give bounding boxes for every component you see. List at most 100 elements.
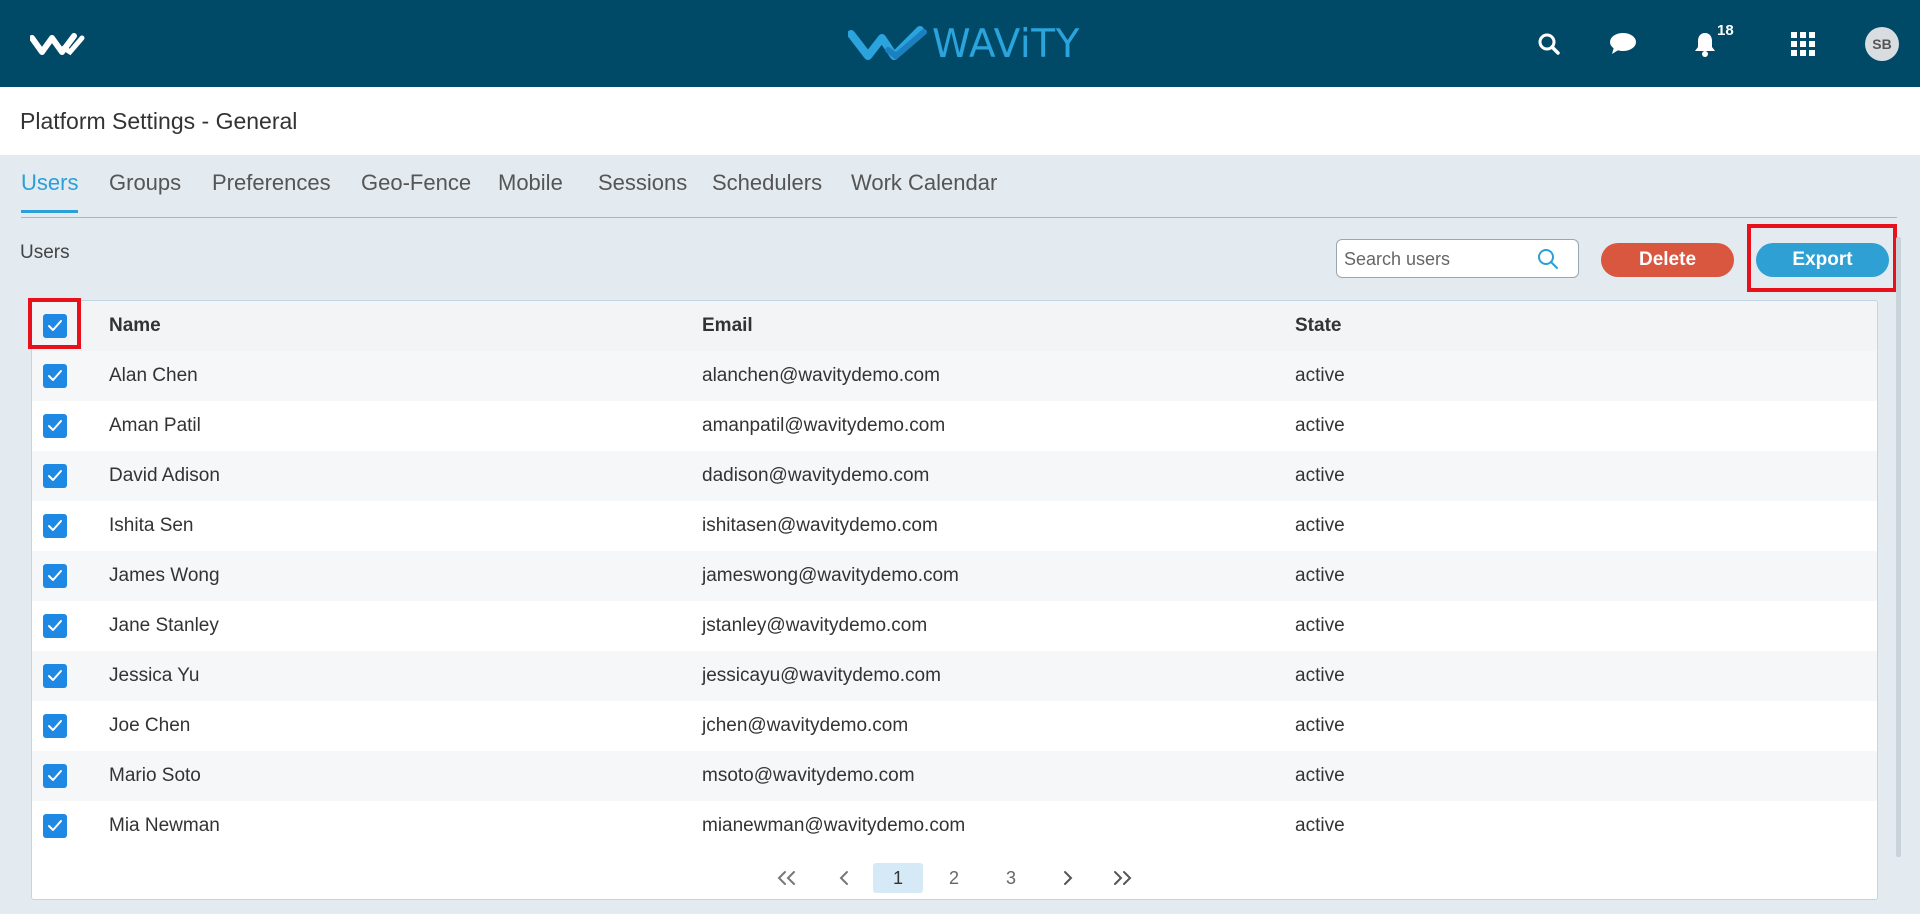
pagination: 1 2 3: [32, 861, 1877, 899]
tab-groups[interactable]: Groups: [109, 170, 181, 210]
user-email: alanchen@wavitydemo.com: [702, 365, 940, 386]
user-name: James Wong: [109, 565, 220, 586]
checkmark-icon: [48, 820, 62, 831]
tab-schedulers[interactable]: Schedulers: [712, 170, 822, 210]
row-select-cell: [43, 351, 67, 401]
user-state: active: [1295, 765, 1345, 786]
user-email: jameswong@wavitydemo.com: [702, 565, 959, 586]
checkmark-icon: [48, 720, 62, 731]
page-2[interactable]: 2: [939, 863, 969, 893]
tab-work-calendar[interactable]: Work Calendar: [851, 170, 997, 210]
checkmark-icon: [48, 470, 62, 481]
user-avatar[interactable]: SB: [1865, 27, 1899, 61]
user-name: David Adison: [109, 465, 220, 486]
page-1[interactable]: 1: [873, 863, 923, 893]
column-header-email[interactable]: Email: [702, 301, 753, 351]
row-checkbox[interactable]: [43, 814, 67, 838]
table-header-row: Name Email State: [32, 301, 1877, 351]
checkmark-icon: [48, 770, 62, 781]
column-header-state[interactable]: State: [1295, 301, 1341, 351]
apps-grid-icon[interactable]: [1787, 28, 1819, 60]
user-state: active: [1295, 665, 1345, 686]
chat-icon[interactable]: [1607, 28, 1639, 60]
row-select-cell: [43, 751, 67, 801]
row-checkbox[interactable]: [43, 664, 67, 688]
table-row[interactable]: Jane Stanley jstanley@wavitydemo.com activ…: [32, 601, 1877, 651]
search-box: [1336, 239, 1579, 278]
user-name: Alan Chen: [109, 365, 198, 386]
user-state: active: [1295, 565, 1345, 586]
user-email: jessicayu@wavitydemo.com: [702, 665, 941, 686]
select-all-highlight-box: [28, 298, 81, 349]
row-select-cell: [43, 701, 67, 751]
user-state: active: [1295, 365, 1345, 386]
row-checkbox[interactable]: [43, 414, 67, 438]
table-row[interactable]: Joe Chen jchen@wavitydemo.com active: [32, 701, 1877, 751]
row-select-cell: [43, 801, 67, 851]
row-checkbox[interactable]: [43, 464, 67, 488]
tab-sessions[interactable]: Sessions: [598, 170, 687, 210]
row-checkbox[interactable]: [43, 564, 67, 588]
table-row[interactable]: Aman Patil amanpatil@wavitydemo.com active: [32, 401, 1877, 451]
page-scrollbar[interactable]: [1896, 237, 1901, 857]
table-row[interactable]: James Wong jameswong@wavitydemo.com active: [32, 551, 1877, 601]
table-row[interactable]: David Adison dadison@wavitydemo.com active: [32, 451, 1877, 501]
row-select-cell: [43, 501, 67, 551]
wavity-logo-icon: [848, 26, 927, 60]
user-state: active: [1295, 615, 1345, 636]
table-row[interactable]: Mia Newman mianewman@wavitydemo.com active: [32, 801, 1877, 851]
row-checkbox[interactable]: [43, 614, 67, 638]
user-state: active: [1295, 815, 1345, 836]
search-input[interactable]: [1344, 246, 1534, 272]
user-email: mianewman@wavitydemo.com: [702, 815, 966, 836]
first-page-icon[interactable]: [772, 863, 802, 893]
tab-geo-fence[interactable]: Geo-Fence: [361, 170, 471, 210]
row-checkbox[interactable]: [43, 764, 67, 788]
delete-button[interactable]: Delete: [1601, 243, 1734, 277]
checkmark-icon: [48, 520, 62, 531]
user-name: Joe Chen: [109, 715, 191, 736]
users-table: Name Email State Alan Chen alanchen@wavit…: [31, 300, 1878, 900]
user-email: msoto@wavitydemo.com: [702, 765, 915, 786]
row-select-cell: [43, 601, 67, 651]
search-icon[interactable]: [1536, 247, 1560, 271]
checkmark-icon: [48, 370, 62, 381]
row-checkbox[interactable]: [43, 514, 67, 538]
top-navigation-bar: WAViTY 18 SB: [0, 0, 1920, 87]
table-row[interactable]: Alan Chen alanchen@wavitydemo.com active: [32, 351, 1877, 401]
user-email: dadison@wavitydemo.com: [702, 465, 930, 486]
user-name: Ishita Sen: [109, 515, 194, 536]
section-label: Users: [20, 242, 70, 263]
tab-mobile[interactable]: Mobile: [498, 170, 563, 210]
user-name: Aman Patil: [109, 415, 201, 436]
row-select-cell: [43, 401, 67, 451]
page-3[interactable]: 3: [996, 863, 1026, 893]
row-checkbox[interactable]: [43, 364, 67, 388]
search-icon[interactable]: [1533, 28, 1565, 60]
brand-logo[interactable]: WAViTY: [848, 20, 1080, 68]
table-row[interactable]: Ishita Sen ishitasen@wavitydemo.com active: [32, 501, 1877, 551]
user-state: active: [1295, 415, 1345, 436]
tab-users[interactable]: Users: [21, 170, 79, 213]
table-row[interactable]: Jessica Yu jessicayu@wavitydemo.com active: [32, 651, 1877, 701]
user-email: jstanley@wavitydemo.com: [702, 615, 928, 636]
column-header-name[interactable]: Name: [109, 301, 161, 351]
user-name: Jessica Yu: [109, 665, 200, 686]
row-select-cell: [43, 651, 67, 701]
previous-page-icon[interactable]: [829, 863, 859, 893]
tabs-divider: [21, 217, 1897, 218]
export-highlight-box: [1747, 224, 1897, 292]
user-email: ishitasen@wavitydemo.com: [702, 515, 938, 536]
row-checkbox[interactable]: [43, 714, 67, 738]
checkmark-icon: [48, 620, 62, 631]
next-page-icon[interactable]: [1053, 863, 1083, 893]
wavity-mark-icon[interactable]: [30, 30, 86, 58]
table-row[interactable]: Mario Soto msoto@wavitydemo.com active: [32, 751, 1877, 801]
user-state: active: [1295, 465, 1345, 486]
user-state: active: [1295, 515, 1345, 536]
user-state: active: [1295, 715, 1345, 736]
last-page-icon[interactable]: [1107, 863, 1137, 893]
page-header: Platform Settings - General: [0, 87, 1920, 155]
user-email: amanpatil@wavitydemo.com: [702, 415, 946, 436]
tab-preferences[interactable]: Preferences: [212, 170, 331, 210]
